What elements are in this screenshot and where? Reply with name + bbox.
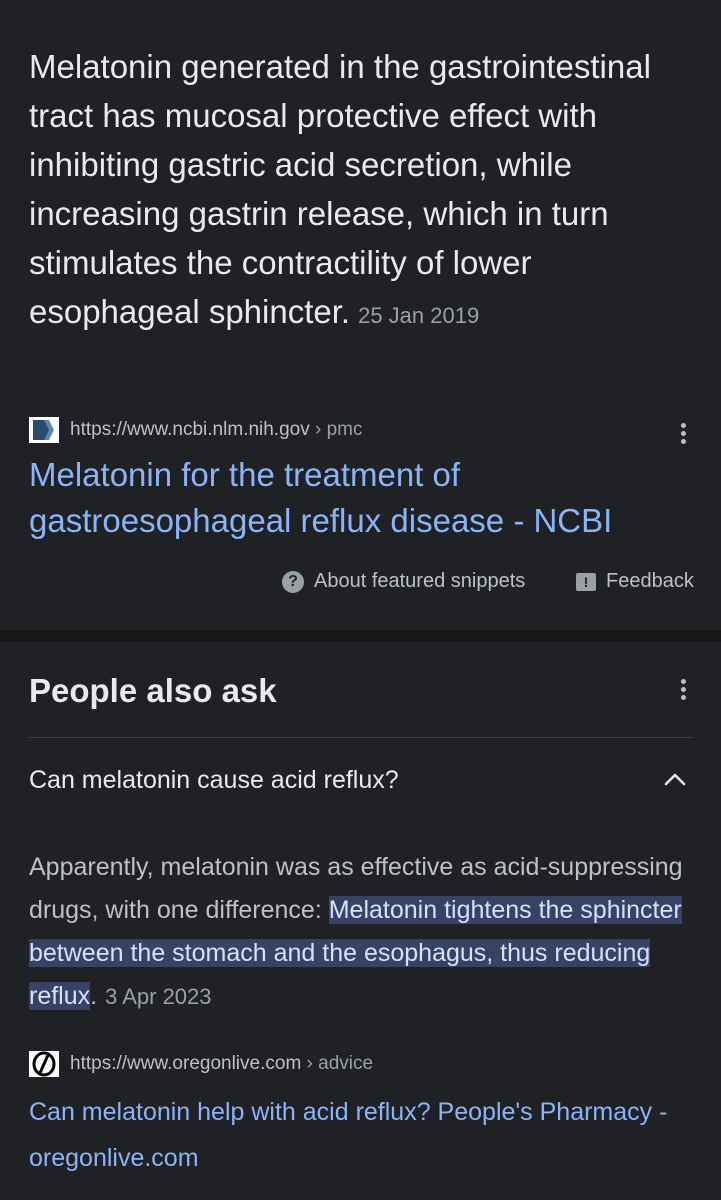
snippet-body: Melatonin generated in the gastrointesti…	[29, 48, 651, 330]
oregonlive-favicon	[29, 1051, 59, 1077]
paa-question[interactable]: Can melatonin cause acid reflux?	[29, 758, 649, 802]
feedback-icon: !	[576, 572, 596, 591]
feedback-label: Feedback	[606, 570, 694, 592]
snippet-text: Melatonin generated in the gastrointesti…	[29, 42, 689, 340]
ncbi-favicon	[29, 417, 59, 443]
about-label: About featured snippets	[314, 570, 526, 592]
source-domain: https://www.ncbi.nlm.nih.gov	[70, 419, 310, 440]
source-row[interactable]: https://www.ncbi.nlm.nih.gov › pmc	[29, 417, 363, 443]
source-url: https://www.ncbi.nlm.nih.gov › pmc	[70, 419, 363, 441]
paa-answer: Apparently, melatonin was as effective a…	[29, 846, 693, 1018]
result-title-link[interactable]: Melatonin for the treatment of gastroeso…	[29, 452, 689, 544]
more-vert-icon[interactable]	[673, 420, 693, 450]
snippet-date: 25 Jan 2019	[358, 303, 480, 328]
help-circle-icon: ?	[282, 570, 304, 593]
paa-source-url: https://www.oregonlive.com › advice	[70, 1053, 373, 1075]
paa-more-vert-icon[interactable]	[673, 676, 693, 706]
source-breadcrumb: › pmc	[309, 419, 363, 440]
paa-result-title-link[interactable]: Can melatonin help with acid reflux? Peo…	[29, 1089, 689, 1181]
chevron-up-icon[interactable]	[660, 765, 690, 795]
paa-source-breadcrumb: › advice	[301, 1053, 374, 1074]
featured-snippet-card: Melatonin generated in the gastrointesti…	[0, 0, 721, 630]
paa-heading: People also ask	[29, 672, 277, 709]
paa-separator	[29, 737, 693, 738]
snippet-footer: ? About featured snippets ! Feedback	[0, 570, 721, 604]
section-divider	[0, 630, 721, 642]
feedback-button[interactable]: ! Feedback	[576, 570, 694, 593]
paa-source-domain: https://www.oregonlive.com	[70, 1053, 302, 1074]
paa-source-row[interactable]: https://www.oregonlive.com › advice	[29, 1051, 373, 1077]
answer-end: .	[90, 982, 98, 1010]
answer-date: 3 Apr 2023	[105, 984, 212, 1009]
about-featured-snippets-button[interactable]: ? About featured snippets	[282, 570, 525, 593]
